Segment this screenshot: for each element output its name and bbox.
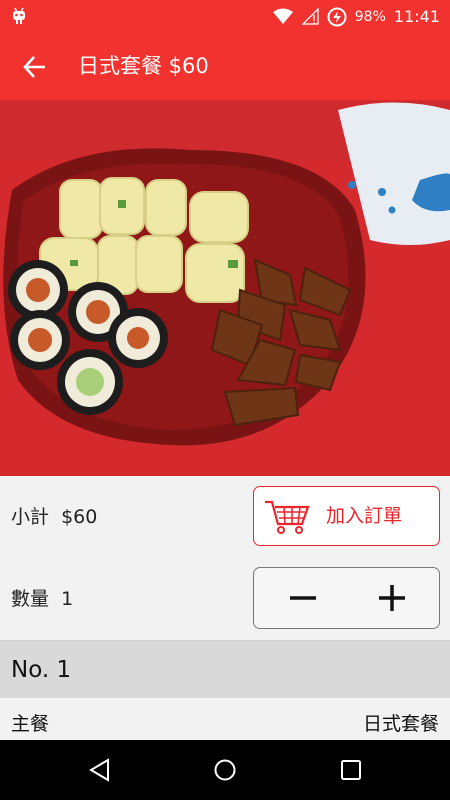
subtotal-value: $60 bbox=[61, 506, 98, 528]
status-bar: 98% 11:41 bbox=[0, 0, 450, 33]
wifi-icon bbox=[272, 8, 293, 24]
back-arrow-icon[interactable] bbox=[22, 54, 48, 80]
navigation-bar bbox=[0, 740, 450, 800]
quantity-label: 數量 bbox=[11, 588, 50, 610]
order-item-header: No. 1 bbox=[0, 640, 450, 698]
back-nav-icon[interactable] bbox=[88, 758, 112, 782]
increase-quantity-button[interactable] bbox=[347, 568, 440, 628]
battery-level: 98% bbox=[354, 8, 386, 25]
quantity: 數量 1 bbox=[11, 558, 73, 640]
add-to-order-label: 加入訂單 bbox=[326, 505, 403, 527]
quantity-value: 1 bbox=[61, 588, 74, 610]
plus-icon bbox=[379, 585, 405, 611]
quantity-stepper bbox=[253, 567, 440, 629]
order-item-number: No. 1 bbox=[11, 657, 72, 683]
list-item: 主餐 日式套餐 bbox=[0, 698, 450, 740]
signal-icon bbox=[301, 8, 319, 25]
recents-nav-icon[interactable] bbox=[339, 758, 363, 782]
subtotal-label: 小計 bbox=[11, 506, 50, 528]
shopping-cart-icon bbox=[265, 500, 310, 534]
meal-photo bbox=[0, 100, 450, 476]
page-title: 日式套餐 $60 bbox=[78, 54, 209, 78]
subtotal: 小計 $60 bbox=[11, 476, 97, 558]
subtotal-row: 小計 $60 加入訂單 bbox=[0, 476, 450, 558]
battery-saver-icon bbox=[327, 7, 347, 26]
clock: 11:41 bbox=[393, 7, 440, 26]
decrease-quantity-button[interactable] bbox=[254, 568, 347, 628]
add-to-order-button[interactable]: 加入訂單 bbox=[253, 486, 440, 546]
app-bar: 日式套餐 $60 bbox=[0, 33, 450, 100]
android-debug-icon bbox=[13, 7, 25, 24]
home-nav-icon[interactable] bbox=[213, 758, 237, 782]
quantity-row: 數量 1 bbox=[0, 558, 450, 640]
minus-icon bbox=[290, 596, 316, 600]
